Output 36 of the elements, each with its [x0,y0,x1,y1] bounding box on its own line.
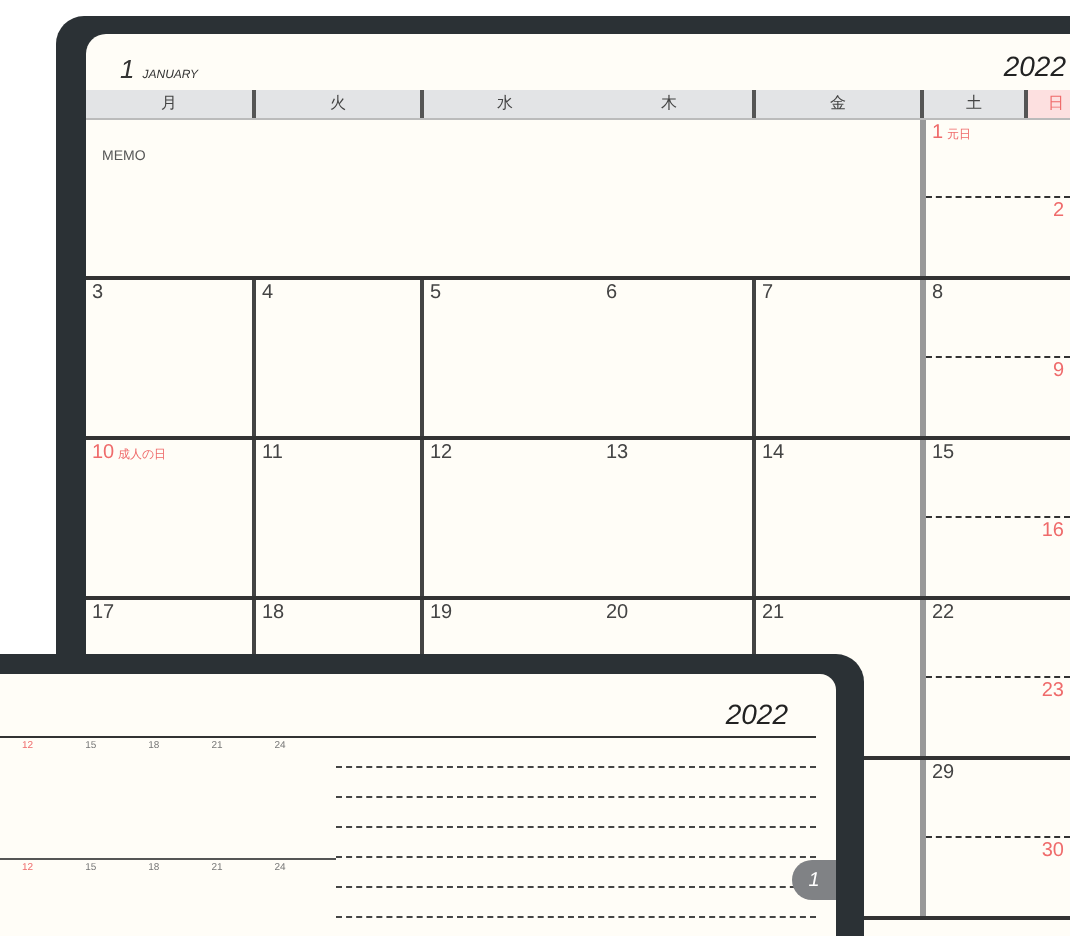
day-number: 14 [762,442,785,466]
day-number: 7 [762,282,774,306]
year-label: 2022 [1003,48,1066,86]
month-number: 1 [120,51,135,87]
weekday-label: 火 [330,92,346,116]
day-number: 4 [262,282,274,306]
day-number: 18 [262,602,285,626]
weekday-label: 日 [1048,92,1064,116]
day-number: 15 [932,442,955,466]
day-number: 22 [932,602,955,626]
day-number: 23 [1041,680,1064,704]
day-number: 10 [92,442,115,466]
year-label: 2022 [725,696,788,734]
day-number: 21 [762,602,785,626]
day-number: 13 [606,442,629,466]
month-tab[interactable]: 1 [792,860,836,900]
day-number: 20 [606,602,629,626]
day-number: 3 [92,282,104,306]
weekday-label: 木 [661,92,677,116]
day-number: 17 [92,602,115,626]
day-number: 9 [1052,360,1064,384]
weekday-label: 土 [966,92,982,116]
day-number: 12 [430,442,453,466]
weekday-label: 金 [830,92,846,116]
weekday-label: 月 [161,92,177,116]
day-number: 11 [262,442,283,466]
day-number: 5 [430,282,442,306]
day-number: 19 [430,602,453,626]
day-number: 30 [1041,840,1064,864]
weekday-label: 水 [497,92,513,116]
day-number: 29 [932,762,955,786]
day-number: 16 [1041,520,1064,544]
day-number: 6 [606,282,618,306]
day-number: 1 [932,122,944,146]
day-number: 2 [1052,200,1064,224]
day-number: 8 [932,282,944,306]
